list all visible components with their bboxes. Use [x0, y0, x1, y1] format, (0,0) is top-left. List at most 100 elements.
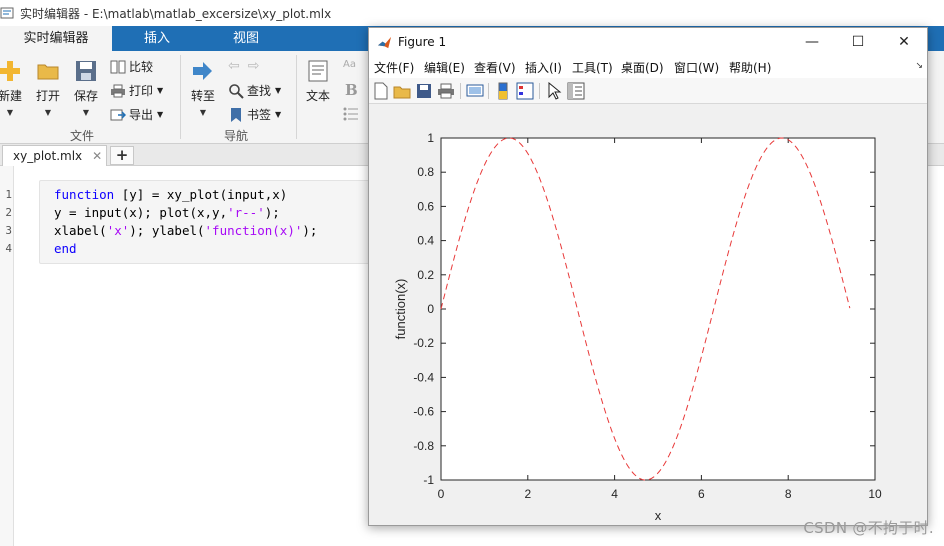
line-chart[interactable]: 0 2 4 6 8 10 -1 -0.8 -0.6 -0.4 -0.2 0 0.2 0.4 0.6 0.8 1 x…: [369, 105, 927, 525]
menu-tools[interactable]: 工具(T): [572, 59, 613, 76]
x-tick-label: 0: [438, 487, 445, 501]
y-tick-label: -0.4: [413, 370, 434, 384]
back-forward-buttons[interactable]: ⇦ ⇨: [228, 58, 259, 74]
y-axis-label: function(x): [393, 279, 408, 340]
compare-button[interactable]: 比较: [110, 58, 153, 75]
code-token: [y] = xy_plot(input,x): [114, 187, 288, 202]
code-line[interactable]: xlabel('x'); ylabel('function(x)');: [54, 223, 317, 238]
tab-view[interactable]: 视图: [202, 26, 290, 51]
new-plus-icon: [0, 61, 20, 81]
line-number: 4: [5, 242, 12, 255]
maximize-button[interactable]: ☐: [835, 28, 881, 56]
x-axis-label: x: [655, 508, 662, 523]
y-tick-label: 0.2: [417, 268, 434, 282]
bullet-list-button[interactable]: [343, 106, 362, 122]
bookmark-button[interactable]: 书签 ▼: [228, 106, 281, 123]
chevron-down-icon: ▼: [157, 110, 164, 119]
line-number: 1: [5, 188, 12, 201]
code-token: xlabel(: [54, 223, 107, 238]
toolbar-divider: [539, 83, 540, 99]
matlab-logo-icon: [377, 36, 392, 48]
bold-button[interactable]: B: [345, 81, 358, 99]
add-tab-button[interactable]: +: [110, 146, 134, 165]
code-token: );: [302, 223, 318, 238]
close-icon[interactable]: ✕: [92, 149, 102, 163]
goto-button[interactable]: 转至 ▼: [188, 59, 218, 117]
menu-file[interactable]: 文件(F): [374, 59, 414, 76]
link-plot-icon[interactable]: [466, 82, 484, 100]
new-figure-icon[interactable]: [372, 82, 390, 100]
plot-area[interactable]: 0 2 4 6 8 10 -1 -0.8 -0.6 -0.4 -0.2 0 0.2 0.4 0.6 0.8 1 x…: [369, 105, 927, 525]
colorbar-icon[interactable]: [494, 82, 512, 100]
chevron-down-icon: ▼: [199, 108, 207, 117]
text-style-icon[interactable]: Aa: [343, 59, 356, 70]
live-editor-app-icon: [0, 7, 14, 19]
minimize-button[interactable]: —: [789, 28, 835, 56]
y-tick-label: 0: [427, 302, 434, 316]
search-icon: [229, 83, 244, 99]
x-tick-label: 6: [698, 487, 705, 501]
menu-insert[interactable]: 插入(I): [525, 59, 562, 76]
back-arrow-icon[interactable]: ⇦: [228, 58, 240, 74]
property-inspector-icon[interactable]: [567, 82, 585, 100]
code-block[interactable]: function [y] = xy_plot(input,x)y = input…: [39, 180, 379, 264]
tab-live-editor[interactable]: 实时编辑器: [0, 26, 112, 51]
find-button[interactable]: 查找 ▼: [228, 82, 281, 99]
group-divider: [296, 55, 297, 139]
document-tab-xy-plot[interactable]: xy_plot.mlx ✕: [2, 145, 107, 166]
compare-icon: [110, 60, 126, 73]
print-figure-icon[interactable]: [437, 82, 455, 100]
dock-arrow-icon[interactable]: ↘: [915, 61, 923, 71]
chevron-down-icon: ▼: [82, 108, 90, 117]
menu-window[interactable]: 窗口(W): [674, 59, 719, 76]
new-button[interactable]: 新建 ▼: [0, 59, 24, 117]
code-token: 'r--': [227, 205, 265, 220]
line-number: 2: [5, 206, 12, 219]
floppy-disk-icon: [76, 61, 96, 81]
pointer-arrow-icon[interactable]: [545, 82, 563, 100]
goto-arrow-icon: [193, 62, 212, 80]
chevron-down-icon: ▼: [275, 86, 282, 95]
code-line[interactable]: function [y] = xy_plot(input,x): [54, 187, 287, 202]
toolbar-divider: [488, 83, 489, 99]
save-figure-icon[interactable]: [415, 82, 433, 100]
tab-insert[interactable]: 插入: [112, 26, 202, 51]
code-line[interactable]: y = input(x); plot(x,y,'r--');: [54, 205, 280, 220]
export-button[interactable]: 导出 ▼: [110, 106, 163, 123]
open-file-icon[interactable]: [393, 82, 411, 100]
y-tick-label: -0.2: [413, 336, 434, 350]
x-tick-label: 4: [611, 487, 618, 501]
legend-icon[interactable]: [516, 82, 534, 100]
menu-desktop[interactable]: 桌面(D): [621, 59, 664, 76]
menu-view[interactable]: 查看(V): [474, 59, 516, 76]
window-title: 实时编辑器 - E:\matlab\matlab_excersize\xy_pl…: [20, 6, 332, 21]
axes-box: [440, 137, 876, 481]
print-button[interactable]: 打印 ▼: [110, 82, 163, 99]
text-button[interactable]: 文本: [304, 59, 332, 104]
x-tick-label: 2: [524, 487, 531, 501]
figure-titlebar[interactable]: Figure 1 — ☐ ✕: [369, 28, 927, 56]
y-tick-label: -0.6: [413, 405, 434, 419]
y-tick-label: 0.6: [417, 199, 434, 213]
menu-help[interactable]: 帮助(H): [729, 59, 771, 76]
menu-edit[interactable]: 编辑(E): [424, 59, 465, 76]
code-token: );: [264, 205, 280, 220]
figure-toolbar: [369, 78, 927, 104]
forward-arrow-icon[interactable]: ⇨: [248, 58, 260, 74]
chevron-down-icon: ▼: [275, 110, 282, 119]
export-icon: [110, 109, 126, 120]
code-token: y = input(x); plot(x,y,: [54, 205, 228, 220]
y-tick-label: 0.4: [417, 234, 434, 248]
window-titlebar: 实时编辑器 - E:\matlab\matlab_excersize\xy_pl…: [0, 0, 944, 26]
close-button[interactable]: ✕: [881, 28, 927, 56]
line-number-gutter: 1 2 3 4: [0, 166, 14, 546]
x-tick-label: 10: [868, 487, 882, 501]
code-token: 'function(x)': [204, 223, 303, 238]
y-tick-label: -1: [423, 473, 434, 487]
open-button[interactable]: 打开 ▼: [34, 59, 62, 117]
code-line[interactable]: end: [54, 241, 77, 256]
save-button[interactable]: 保存 ▼: [72, 59, 100, 117]
code-token: 'x': [106, 223, 130, 238]
printer-icon: [111, 84, 125, 97]
figure-window: Figure 1 — ☐ ✕ 文件(F) 编辑(E) 查看(V) 插入(I) 工…: [368, 27, 928, 526]
